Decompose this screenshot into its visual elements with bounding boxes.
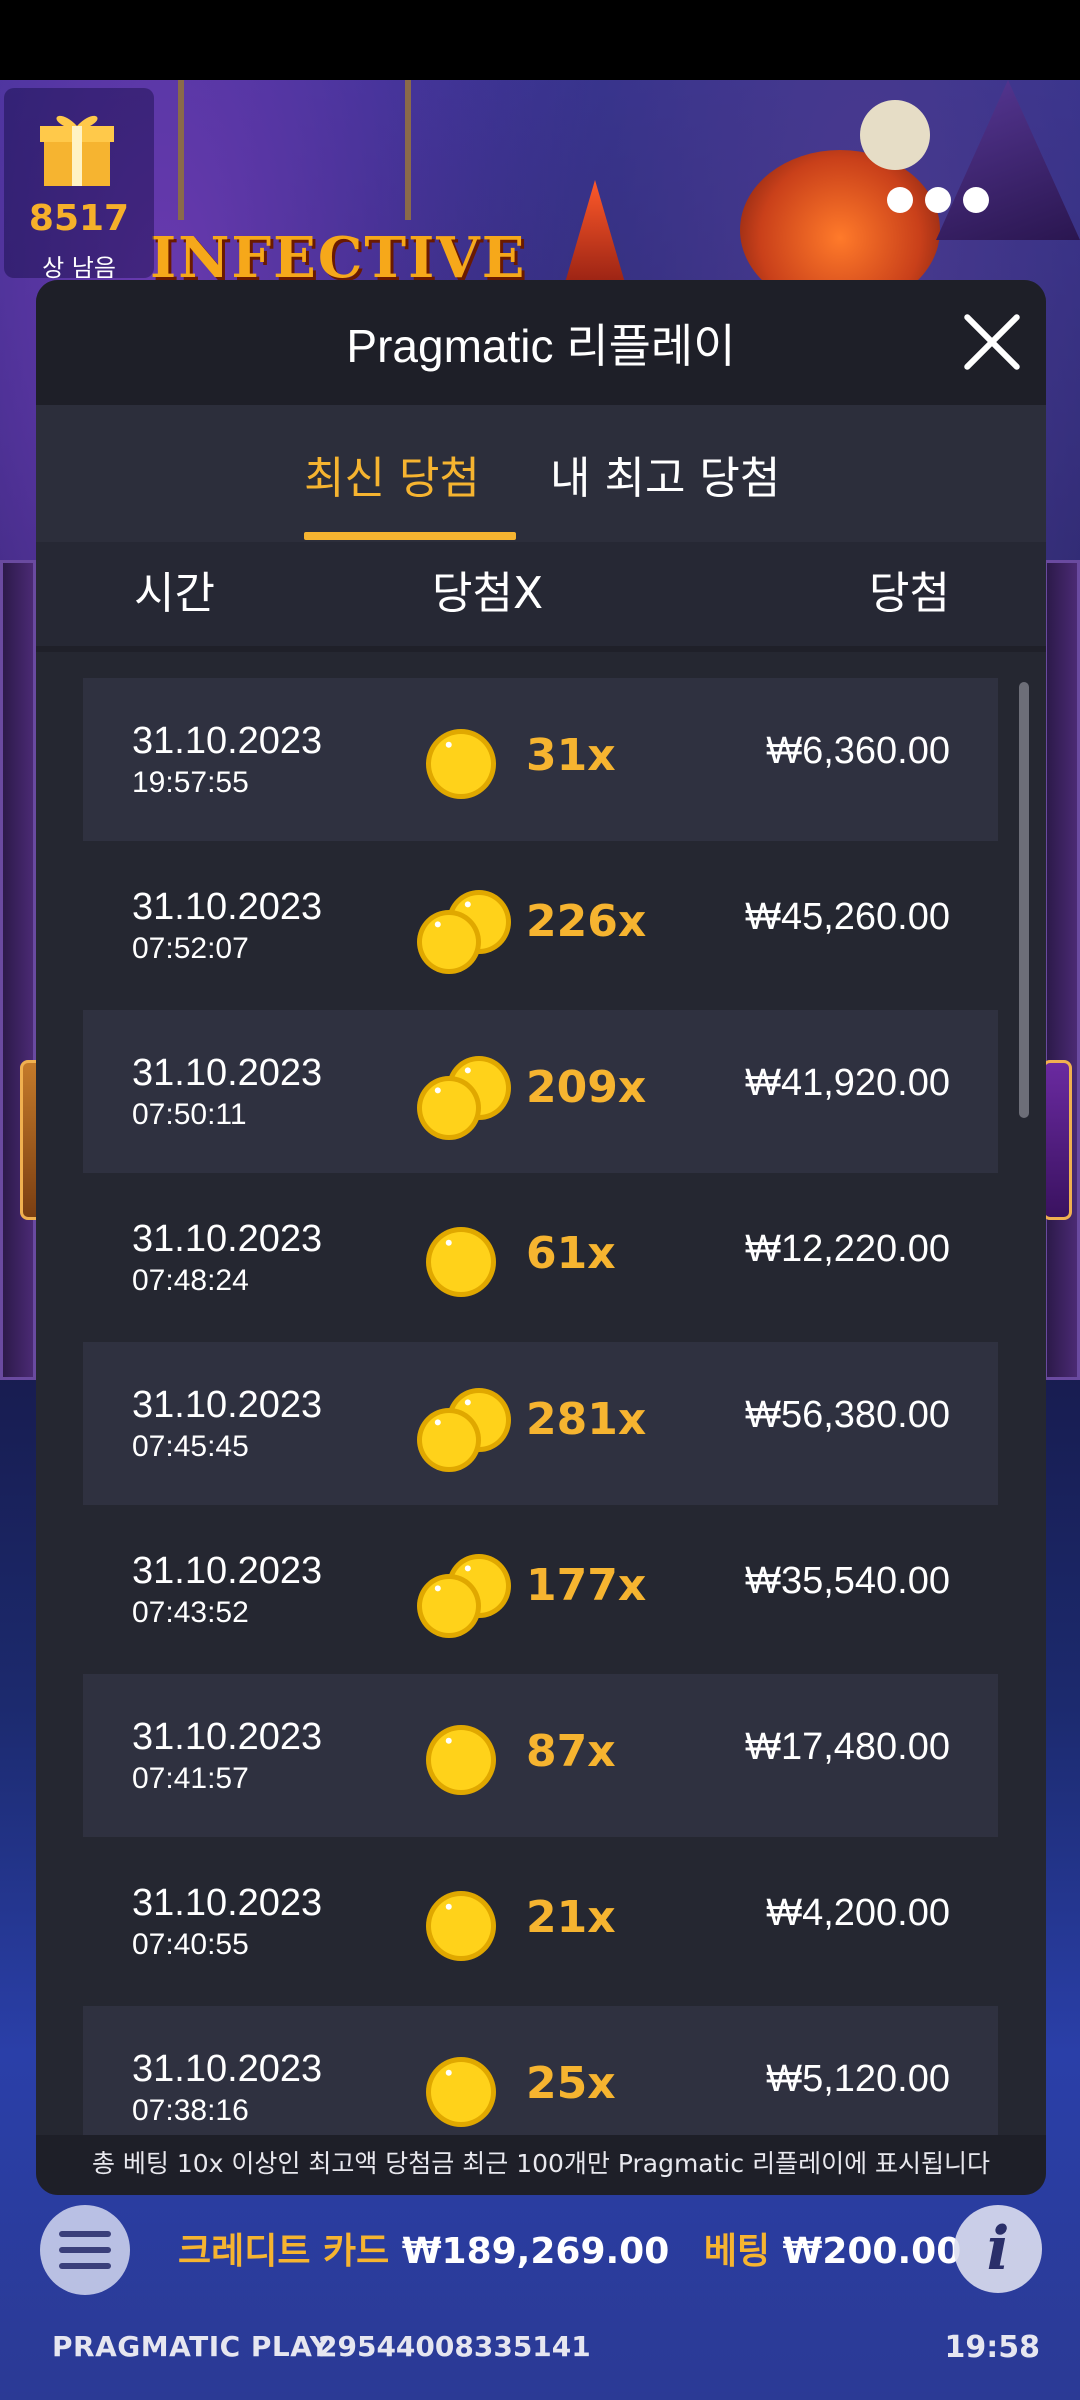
gift-icon (40, 115, 114, 186)
credit-value: ₩189,269.00 (401, 2231, 670, 2272)
win-amount: ₩45,260.00 (745, 896, 950, 938)
win-time: 07:50:11 (132, 1098, 247, 1131)
scrollbar[interactable] (1019, 682, 1029, 1118)
win-multiplier: 281x (526, 1394, 647, 1445)
win-date: 31.10.2023 (132, 1716, 323, 1758)
tab-bar: 최신 당첨 내 최고 당첨 (36, 405, 1046, 542)
gold-coin-icon (426, 1227, 496, 1297)
list-item[interactable]: 31.10.2023 07:40:55 21x ₩4,200.00 (83, 1840, 998, 2003)
replay-modal: Pragmatic 리플레이 최신 당첨 내 최고 당첨 시간 당첨X 당첨 3… (36, 280, 1046, 2195)
win-multiplier: 31x (526, 730, 616, 781)
modal-header: Pragmatic 리플레이 (36, 280, 1046, 405)
active-tab-indicator (304, 532, 516, 540)
more-dots-icon (963, 187, 989, 213)
list-item[interactable]: 31.10.2023 07:50:11 209x ₩41,920.00 (83, 1010, 998, 1173)
win-multiplier: 177x (526, 1560, 647, 1611)
win-amount: ₩35,540.00 (745, 1560, 950, 1602)
hamburger-menu-icon (59, 2231, 111, 2237)
win-multiplier: 21x (526, 1892, 616, 1943)
more-dots-icon (925, 187, 951, 213)
win-time: 07:43:52 (132, 1596, 249, 1629)
list-item[interactable]: 31.10.2023 07:41:57 87x ₩17,480.00 (83, 1674, 998, 1837)
column-header-win: 당첨 (869, 568, 950, 619)
gold-coin-icon (417, 1388, 511, 1472)
gold-coin-icon (417, 890, 511, 974)
more-options-button[interactable] (868, 150, 1008, 250)
tab-my-best-wins[interactable]: 내 최고 당첨 (550, 405, 780, 542)
win-time: 07:41:57 (132, 1762, 249, 1795)
hamburger-menu-icon (59, 2263, 111, 2269)
win-date: 31.10.2023 (132, 1384, 323, 1426)
win-amount: ₩6,360.00 (766, 730, 950, 772)
list-item[interactable]: 31.10.2023 07:52:07 226x ₩45,260.00 (83, 844, 998, 1007)
sign-rope (178, 80, 184, 220)
win-date: 31.10.2023 (132, 1052, 323, 1094)
modal-title: Pragmatic 리플레이 (346, 319, 736, 372)
info-icon[interactable]: i (954, 2205, 1042, 2293)
win-date: 31.10.2023 (132, 1550, 323, 1592)
win-multiplier: 87x (526, 1726, 616, 1777)
win-date: 31.10.2023 (132, 886, 323, 928)
list-item[interactable]: 31.10.2023 19:57:55 31x ₩6,360.00 (83, 678, 998, 841)
session-id: 29544008335141 (318, 2330, 591, 2363)
gold-coin-icon (426, 2057, 496, 2127)
sign-rope (405, 80, 411, 220)
credit-label: 크레디트 카드 (178, 2231, 390, 2272)
bet-label: 베팅 (703, 2231, 771, 2272)
column-header-multiplier: 당첨X (432, 568, 544, 619)
win-amount: ₩4,200.00 (766, 1892, 950, 1934)
win-time: 07:48:24 (132, 1264, 249, 1297)
win-time: 07:40:55 (132, 1928, 249, 1961)
win-amount: ₩12,220.00 (745, 1228, 950, 1270)
gold-coin-icon (417, 1554, 511, 1638)
list-item[interactable]: 31.10.2023 07:38:16 25x ₩5,120.00 (83, 2006, 998, 2136)
win-multiplier: 25x (526, 2058, 616, 2109)
more-dots-icon (887, 187, 913, 213)
win-multiplier: 226x (526, 896, 647, 947)
gift-count: 8517 (28, 198, 130, 239)
reel-frame-right (1044, 560, 1080, 1380)
gold-coin-icon (426, 1725, 496, 1795)
list-item[interactable]: 31.10.2023 07:43:52 177x ₩35,540.00 (83, 1508, 998, 1671)
gold-coin-icon (417, 1056, 511, 1140)
list-item[interactable]: 31.10.2023 07:45:45 281x ₩56,380.00 (83, 1342, 998, 1505)
win-time: 07:52:07 (132, 932, 249, 965)
win-date: 31.10.2023 (132, 2048, 323, 2090)
win-multiplier: 61x (526, 1228, 616, 1279)
win-amount: ₩56,380.00 (745, 1394, 950, 1436)
column-header-time: 시간 (134, 568, 215, 619)
win-time: 07:38:16 (132, 2094, 249, 2127)
win-amount: ₩5,120.00 (766, 2058, 950, 2100)
win-time: 07:45:45 (132, 1430, 249, 1463)
gold-coin-icon (426, 1891, 496, 1961)
brand-label: PRAGMATIC PLAY (52, 2330, 331, 2363)
menu-button[interactable] (40, 2205, 130, 2295)
close-icon[interactable] (960, 310, 1024, 374)
status-bar-area (0, 0, 1080, 80)
win-date: 31.10.2023 (132, 1218, 323, 1260)
bet-value: ₩200.00 (782, 2231, 962, 2272)
list-item[interactable]: 31.10.2023 07:48:24 61x ₩12,220.00 (83, 1176, 998, 1339)
gold-coin-icon (426, 729, 496, 799)
win-date: 31.10.2023 (132, 1882, 323, 1924)
hamburger-menu-icon (59, 2247, 111, 2253)
clock: 19:58 (944, 2330, 1041, 2365)
table-header: 시간 당첨X 당첨 (36, 542, 1046, 652)
win-time: 19:57:55 (132, 766, 249, 799)
reel-frame-left (0, 560, 36, 1380)
win-multiplier: 209x (526, 1062, 647, 1113)
win-amount: ₩41,920.00 (745, 1062, 950, 1104)
tab-latest-wins[interactable]: 최신 당첨 (304, 405, 480, 542)
footer-note: 총 베팅 10x 이상인 최고액 당첨금 최근 100개만 Pragmatic … (36, 2135, 1046, 2195)
credit-bet-display: 크레디트 카드 ₩189,269.00 베팅 ₩200.00 (178, 2222, 961, 2274)
frame-ornament-right (1042, 1060, 1072, 1220)
win-date: 31.10.2023 (132, 720, 323, 762)
win-amount: ₩17,480.00 (745, 1726, 950, 1768)
gift-label: 상 남음 (42, 254, 116, 282)
wins-list[interactable]: 31.10.2023 07:38:16 25x ₩5,120.00 31.10.2023… (36, 652, 1046, 2136)
